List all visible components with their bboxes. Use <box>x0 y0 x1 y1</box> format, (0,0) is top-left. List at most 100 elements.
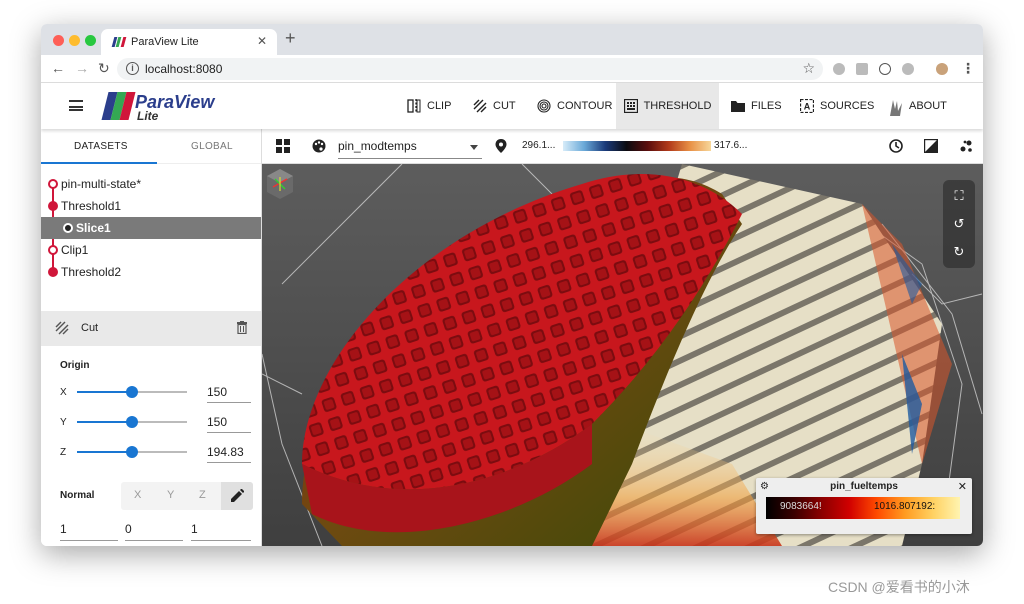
pipeline-item[interactable]: Threshold1 <box>41 195 261 217</box>
origin-label: Origin <box>60 360 90 371</box>
logo-sub: Lite <box>137 109 159 123</box>
slider-thumb[interactable] <box>126 386 138 398</box>
paraview-logo: ParaView Lite <box>101 92 221 123</box>
origin-z-slider[interactable] <box>77 446 187 458</box>
normal-z-button[interactable]: Z <box>199 489 206 501</box>
minimize-window-dot[interactable] <box>69 35 80 46</box>
palette-icon[interactable] <box>312 139 326 153</box>
cut-icon <box>55 321 69 335</box>
extension-moon-icon[interactable] <box>902 63 914 75</box>
pipeline-item[interactable]: Slice1 <box>41 217 261 239</box>
origin-axis-label: Y <box>60 417 67 428</box>
origin-y-field[interactable]: 150 <box>207 411 251 433</box>
tab-datasets[interactable]: DATASETS <box>74 141 128 152</box>
edit-normal-button[interactable] <box>221 482 253 510</box>
menu-item-contour[interactable]: CONTOUR <box>527 83 622 129</box>
orientation-axes-icon <box>267 169 293 199</box>
extension-g-icon[interactable] <box>856 63 868 75</box>
url-box[interactable]: i localhost:8080 ☆ <box>117 58 823 80</box>
render-viewport[interactable]: ⛶ ↺ ↻ ⚙ pin_fueltemps ✕ 9083664! 1016.80… <box>262 164 983 546</box>
profile-avatar[interactable] <box>936 63 948 75</box>
left-panel: DATASETS GLOBAL pin-multi-state* Threshol… <box>41 129 262 546</box>
reload-icon[interactable]: ↻ <box>98 60 110 77</box>
normal-z-field[interactable]: 1 <box>191 517 251 541</box>
extension-cloud-icon[interactable] <box>833 63 845 75</box>
normal-y-field[interactable]: 0 <box>125 517 183 541</box>
pipeline-node-icon[interactable] <box>48 179 58 189</box>
origin-z-field[interactable]: 194.83 <box>207 441 251 463</box>
normal-x-button[interactable]: X <box>134 489 141 501</box>
pipeline-item-label: Threshold1 <box>61 199 122 213</box>
reset-camera-icon[interactable]: ⛶ <box>952 189 966 203</box>
origin-axis-label: X <box>60 387 67 398</box>
back-icon[interactable]: ← <box>51 60 65 76</box>
pipeline-item[interactable]: pin-multi-state* <box>41 173 261 195</box>
menu-item-sources[interactable]: A SOURCES <box>790 83 884 129</box>
menu-item-cut[interactable]: CUT <box>463 83 526 129</box>
maximize-window-dot[interactable] <box>85 35 96 46</box>
pipeline-node-icon[interactable] <box>63 223 73 233</box>
close-tab-icon[interactable]: ✕ <box>257 34 267 48</box>
slider-thumb[interactable] <box>126 416 138 428</box>
clock-icon[interactable] <box>889 139 903 153</box>
range-max: 317.6... <box>714 140 748 151</box>
color-map-bar[interactable] <box>563 141 711 151</box>
info-icon[interactable]: i <box>126 62 139 75</box>
legend-min[interactable]: 9083664! <box>780 501 822 512</box>
browser-tab[interactable]: ParaView Lite ✕ <box>101 29 277 55</box>
color-range-icon[interactable] <box>924 139 938 153</box>
slider-thumb[interactable] <box>126 446 138 458</box>
color-field-value: pin_modtemps <box>338 139 417 153</box>
delete-trash-icon[interactable] <box>237 321 247 334</box>
app-header: ParaView Lite CLIP CUT CONTOUR THRESHOLD FIL… <box>41 83 983 129</box>
scalar-bar-legend[interactable]: ⚙ pin_fueltemps ✕ 9083664! 1016.807192: <box>756 478 972 534</box>
tab-global[interactable]: GLOBAL <box>191 141 233 152</box>
menu-item-about[interactable]: ABOUT <box>879 83 957 129</box>
layout-grid-icon[interactable] <box>276 139 290 153</box>
pipeline-item[interactable]: Threshold2 <box>41 261 261 283</box>
forward-icon[interactable]: → <box>75 60 89 76</box>
origin-y-slider[interactable] <box>77 416 187 428</box>
menu-item-files[interactable]: FILES <box>721 83 792 129</box>
color-field-select[interactable]: pin_modtemps <box>338 135 482 159</box>
folder-icon <box>731 99 745 113</box>
slider-fill <box>77 391 132 393</box>
browser-menu-icon[interactable]: ⋮ <box>961 60 975 77</box>
normal-axis-toggle: X Y Z <box>121 482 253 510</box>
scatter-points-icon[interactable] <box>959 139 973 153</box>
pencil-icon <box>231 489 244 502</box>
rotate-left-icon[interactable]: ↺ <box>952 217 966 231</box>
origin-x-slider[interactable] <box>77 386 187 398</box>
extension-info-icon[interactable] <box>879 63 891 75</box>
paraview-logo-icon <box>101 92 136 120</box>
menu-item-threshold[interactable]: THRESHOLD <box>616 83 719 129</box>
bookmark-star-icon[interactable]: ☆ <box>802 60 815 77</box>
menu-item-clip[interactable]: CLIP <box>397 83 461 129</box>
browser-window: ParaView Lite ✕ + ← → ↻ i localhost:8080… <box>41 24 983 546</box>
normal-y-button[interactable]: Y <box>167 489 174 501</box>
legend-max[interactable]: 1016.807192: <box>874 501 935 512</box>
pipeline-node-icon[interactable] <box>48 201 58 211</box>
close-window-dot[interactable] <box>53 35 64 46</box>
pipeline-item[interactable]: Clip1 <box>41 239 261 261</box>
pin-location-icon[interactable] <box>494 139 508 153</box>
slider-fill <box>77 451 132 453</box>
pipeline-item-label: Slice1 <box>76 221 111 235</box>
hamburger-menu-icon[interactable] <box>69 100 83 111</box>
rotate-right-icon[interactable]: ↻ <box>952 245 966 259</box>
tab-title: ParaView Lite <box>131 36 199 48</box>
orientation-cube[interactable] <box>265 167 295 201</box>
paraview-favicon-icon <box>111 37 127 47</box>
pipeline-node-icon[interactable] <box>48 267 58 277</box>
origin-axis-label: Z <box>60 447 67 458</box>
origin-x-field[interactable]: 150 <box>207 381 251 403</box>
close-icon[interactable]: ✕ <box>958 480 967 493</box>
new-tab-icon[interactable]: + <box>285 28 296 49</box>
cut-icon <box>473 99 487 113</box>
camera-tools: ⛶ ↺ ↻ <box>943 180 975 268</box>
menu-item-label: CUT <box>493 100 516 112</box>
normal-x-field[interactable]: 1 <box>60 517 118 541</box>
pipeline-node-icon[interactable] <box>48 245 58 255</box>
sources-icon: A <box>799 98 815 114</box>
menu-item-label: ABOUT <box>909 100 947 112</box>
